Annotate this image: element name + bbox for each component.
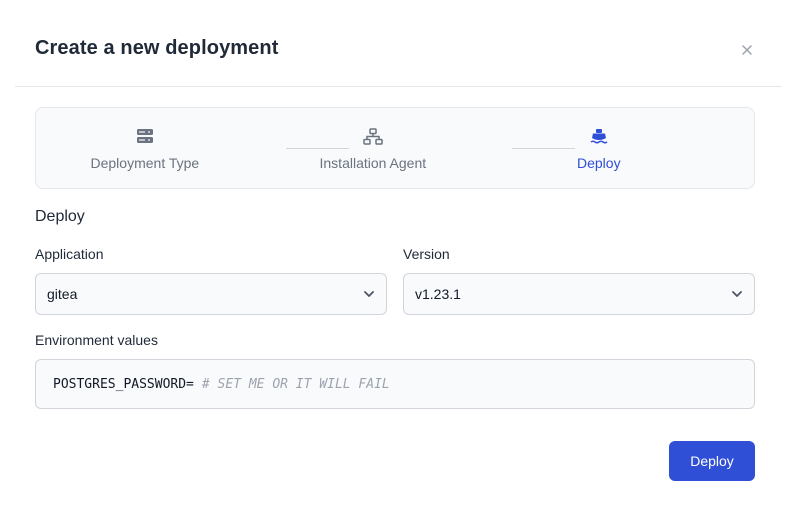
step-label: Deployment Type	[90, 155, 200, 171]
version-label: Version	[403, 246, 450, 262]
section-title: Deploy	[35, 208, 85, 225]
env-comment: # SET ME OR IT WILL FAIL	[201, 376, 390, 392]
close-button[interactable]	[737, 40, 757, 60]
network-icon	[363, 126, 383, 146]
step-connector	[512, 148, 575, 149]
application-select[interactable]: gitea	[35, 273, 387, 315]
environment-values-label: Environment values	[35, 332, 158, 348]
step-deploy[interactable]: Deploy	[577, 126, 621, 171]
step-installation-agent[interactable]: Installation Agent	[319, 126, 427, 171]
server-icon	[136, 126, 154, 146]
ship-icon	[590, 126, 608, 146]
deployment-stepper: Deployment Type Installation Agent Deplo…	[35, 107, 755, 189]
step-deployment-type[interactable]: Deployment Type	[90, 126, 200, 171]
dialog-header: Create a new deployment	[15, 0, 782, 87]
step-label: Installation Agent	[319, 155, 427, 171]
deploy-button[interactable]: Deploy	[669, 441, 755, 481]
version-select[interactable]: v1.23.1	[403, 273, 755, 315]
application-label: Application	[35, 246, 104, 262]
create-deployment-dialog: Create a new deployment Deployment Type	[0, 0, 797, 516]
env-key: POSTGRES_PASSWORD=	[53, 376, 194, 392]
environment-values-editor[interactable]: POSTGRES_PASSWORD= # SET ME OR IT WILL F…	[35, 359, 755, 409]
application-value: gitea	[47, 286, 78, 302]
step-label: Deploy	[577, 155, 621, 171]
version-value: v1.23.1	[415, 286, 461, 302]
chevron-down-icon	[732, 291, 742, 297]
close-icon	[742, 45, 752, 55]
dialog-title: Create a new deployment	[35, 37, 279, 59]
chevron-down-icon	[364, 291, 374, 297]
